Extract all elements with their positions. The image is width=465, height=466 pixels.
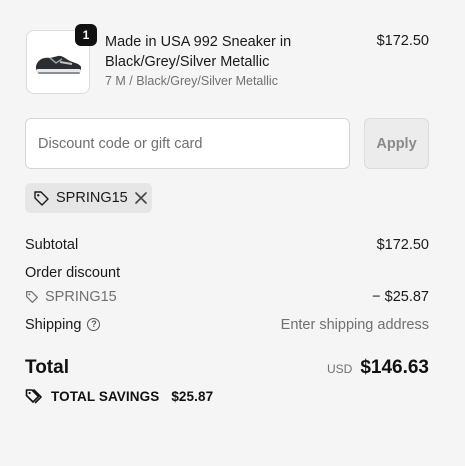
shipping-value: Enter shipping address <box>280 317 429 333</box>
total-amount: $146.63 <box>360 357 429 378</box>
question-circle-icon[interactable]: ? <box>87 317 101 331</box>
total-savings: TOTAL SAVINGS $25.87 <box>25 388 213 405</box>
discount-code-text: SPRING15 <box>45 289 117 305</box>
subtotal-label: Subtotal <box>25 237 79 253</box>
subtotal-value: $172.50 <box>376 237 429 253</box>
order-discount-label: Order discount <box>25 265 121 281</box>
apply-button[interactable]: Apply <box>364 118 429 169</box>
shipping-label: Shipping <box>25 317 82 333</box>
quantity-badge: 1 <box>75 24 97 46</box>
savings-value: $25.87 <box>171 389 214 404</box>
discount-code-input[interactable] <box>25 118 350 169</box>
close-icon[interactable] <box>134 191 148 205</box>
product-title: Made in USA 992 Sneaker in Black/Grey/Si… <box>105 34 292 70</box>
discount-value: − $25.87 <box>372 289 429 305</box>
savings-label: TOTAL SAVINGS <box>51 389 160 404</box>
tag-icon <box>33 190 50 207</box>
shipping-label-wrap: Shipping? <box>25 317 101 333</box>
total-value: USD $146.63 <box>327 357 429 379</box>
remove-code-button[interactable] <box>134 191 148 205</box>
tags-icon <box>25 388 43 405</box>
applied-code-chip: SPRING15 <box>25 183 152 213</box>
discount-code-line: SPRING15 <box>25 289 117 305</box>
product-variant: 7 M / Black/Grey/Silver Metallic <box>105 74 278 88</box>
currency-code: USD <box>326 362 353 376</box>
total-label: Total <box>25 357 69 378</box>
product-price: $172.50 <box>376 33 429 49</box>
tag-icon <box>25 290 39 304</box>
order-summary: 1 Made in USA 992 Sneaker in Black/Grey/… <box>0 0 465 466</box>
sneaker-icon <box>36 55 81 74</box>
applied-code-label: SPRING15 <box>56 190 128 206</box>
